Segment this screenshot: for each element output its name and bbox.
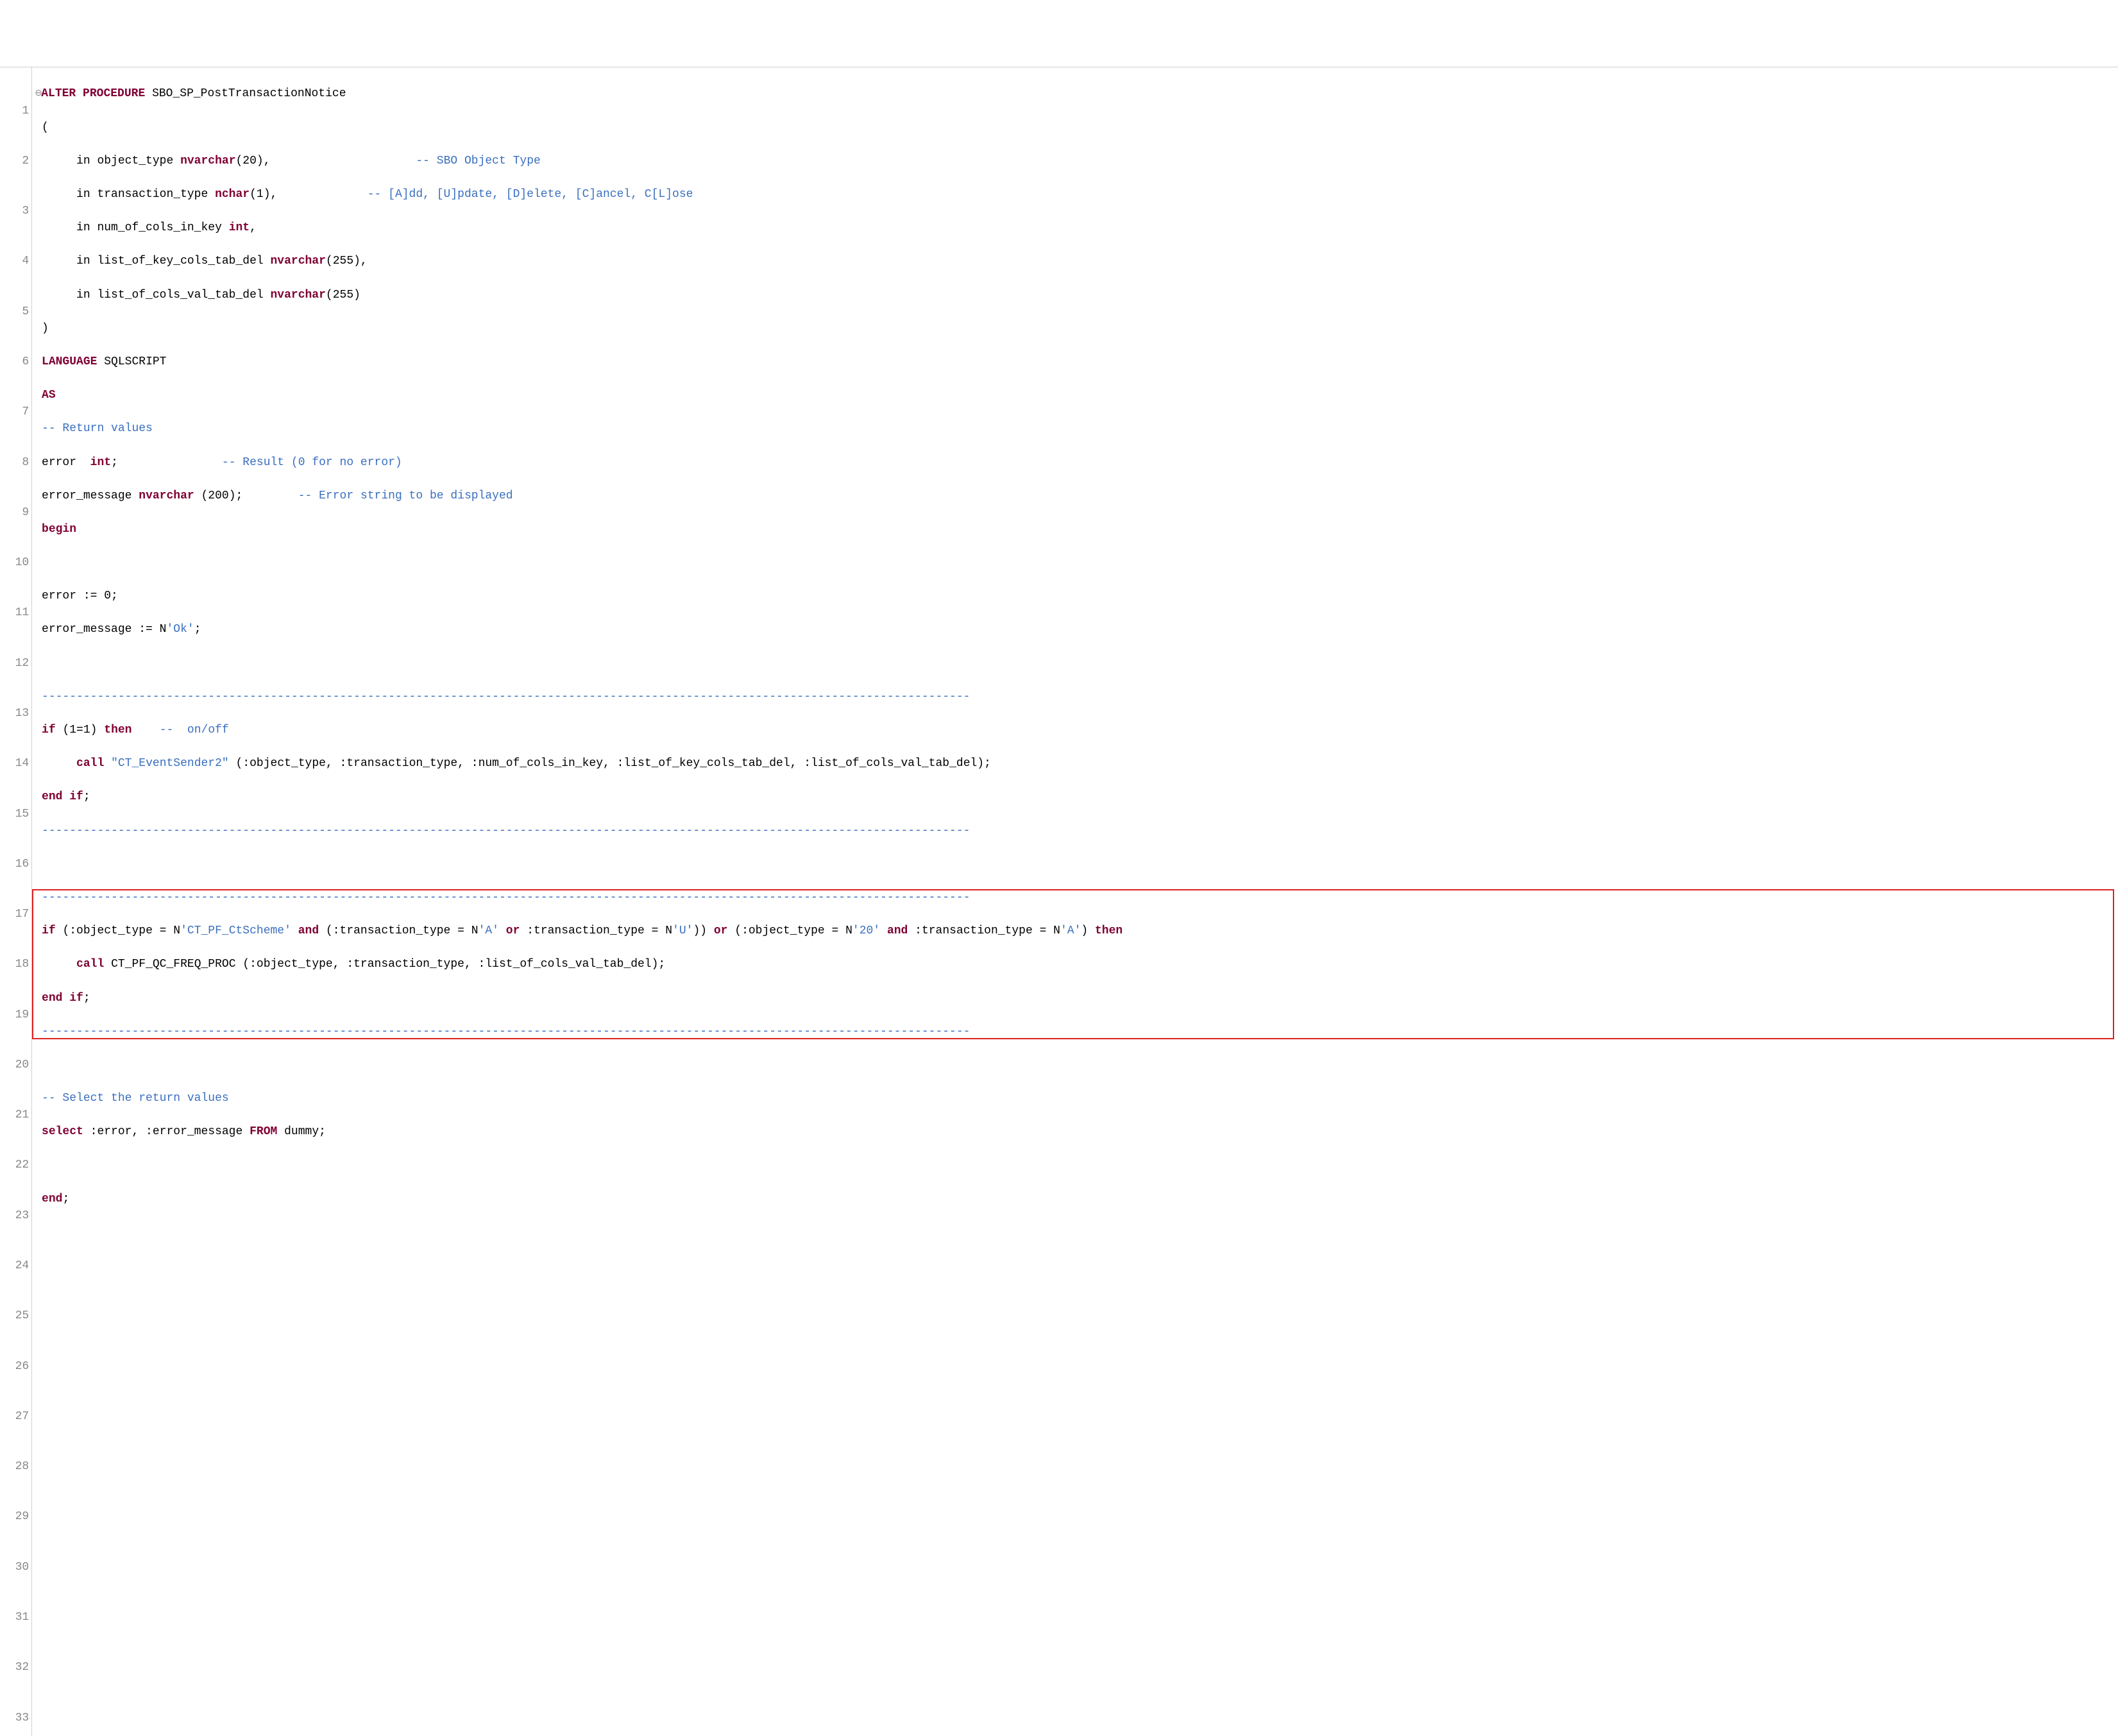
- code-line[interactable]: in object_type nvarchar(20), -- SBO Obje…: [35, 153, 2118, 169]
- line-number: 8: [1, 454, 29, 471]
- fold-icon[interactable]: ⊖: [35, 87, 41, 100]
- code-line[interactable]: [35, 1224, 2118, 1241]
- line-number: 12: [1, 655, 29, 672]
- line-number: 30: [1, 1559, 29, 1576]
- line-number: 16: [1, 856, 29, 872]
- line-number: 20: [1, 1057, 29, 1073]
- code-line[interactable]: [35, 655, 2118, 672]
- line-number: 10: [1, 554, 29, 571]
- code-editor: 1 2 3 4 5 6 7 8 9 10 11 12 13 14 15 16 1…: [0, 67, 2118, 1736]
- code-line[interactable]: ----------------------------------------…: [35, 822, 2118, 839]
- code-line[interactable]: ----------------------------------------…: [35, 1023, 2118, 1040]
- line-number: 29: [1, 1508, 29, 1525]
- code-line[interactable]: call "CT_EventSender2" (:object_type, :t…: [35, 755, 2118, 772]
- code-line[interactable]: [35, 554, 2118, 571]
- line-number: 21: [1, 1107, 29, 1123]
- code-line[interactable]: select :error, :error_message FROM dummy…: [35, 1123, 2118, 1140]
- code-line[interactable]: error := 0;: [35, 588, 2118, 604]
- code-line[interactable]: [35, 1057, 2118, 1073]
- line-number: 25: [1, 1307, 29, 1324]
- code-line[interactable]: if (:object_type = N'CT_PF_CtScheme' and…: [35, 923, 2118, 939]
- code-line[interactable]: begin: [35, 521, 2118, 538]
- line-number: 24: [1, 1257, 29, 1274]
- code-line[interactable]: end;: [35, 1191, 2118, 1207]
- line-number: 7: [1, 404, 29, 420]
- line-number: 22: [1, 1157, 29, 1173]
- code-line[interactable]: LANGUAGE SQLSCRIPT: [35, 353, 2118, 370]
- line-number: 5: [1, 303, 29, 320]
- code-line[interactable]: in num_of_cols_in_key int,: [35, 219, 2118, 236]
- code-line[interactable]: in list_of_cols_val_tab_del nvarchar(255…: [35, 287, 2118, 303]
- code-line[interactable]: [35, 1157, 2118, 1173]
- code-line[interactable]: end if;: [35, 788, 2118, 805]
- code-line[interactable]: ): [35, 320, 2118, 337]
- code-line[interactable]: end if;: [35, 990, 2118, 1007]
- code-line[interactable]: ----------------------------------------…: [35, 688, 2118, 705]
- code-line[interactable]: ⊖ALTER PROCEDURE SBO_SP_PostTransactionN…: [35, 85, 2118, 102]
- line-number: 19: [1, 1007, 29, 1023]
- code-line[interactable]: in transaction_type nchar(1), -- [A]dd, …: [35, 186, 2118, 203]
- code-line[interactable]: [35, 856, 2118, 872]
- code-line[interactable]: ----------------------------------------…: [35, 889, 2118, 906]
- code-line[interactable]: error_message nvarchar (200); -- Error s…: [35, 488, 2118, 504]
- code-line[interactable]: call CT_PF_QC_FREQ_PROC (:object_type, :…: [35, 956, 2118, 973]
- line-number: 26: [1, 1358, 29, 1375]
- line-number: 14: [1, 755, 29, 772]
- line-number: 1: [1, 103, 29, 119]
- code-area[interactable]: ⊖ALTER PROCEDURE SBO_SP_PostTransactionN…: [32, 67, 2118, 1736]
- code-line[interactable]: -- Return values: [35, 420, 2118, 437]
- line-number: 32: [1, 1659, 29, 1676]
- line-number: 17: [1, 906, 29, 923]
- line-number-gutter: 1 2 3 4 5 6 7 8 9 10 11 12 13 14 15 16 1…: [0, 67, 32, 1736]
- line-number: 3: [1, 203, 29, 219]
- line-number: 15: [1, 806, 29, 822]
- line-number: 13: [1, 705, 29, 722]
- line-number: 33: [1, 1710, 29, 1726]
- line-number: 11: [1, 604, 29, 621]
- line-number: 18: [1, 956, 29, 973]
- line-number: 27: [1, 1408, 29, 1425]
- code-line[interactable]: if (1=1) then -- on/off: [35, 722, 2118, 738]
- code-line[interactable]: -- Select the return values: [35, 1090, 2118, 1107]
- line-number: 28: [1, 1458, 29, 1475]
- code-line[interactable]: error int; -- Result (0 for no error): [35, 454, 2118, 471]
- code-line[interactable]: AS: [35, 387, 2118, 404]
- code-line[interactable]: error_message := N'Ok';: [35, 621, 2118, 638]
- code-line[interactable]: in list_of_key_cols_tab_del nvarchar(255…: [35, 253, 2118, 269]
- line-number: 23: [1, 1207, 29, 1224]
- line-number: 9: [1, 504, 29, 521]
- code-line[interactable]: (: [35, 119, 2118, 136]
- line-number: 31: [1, 1609, 29, 1626]
- line-number: 2: [1, 153, 29, 169]
- line-number: 6: [1, 353, 29, 370]
- line-number: 4: [1, 253, 29, 269]
